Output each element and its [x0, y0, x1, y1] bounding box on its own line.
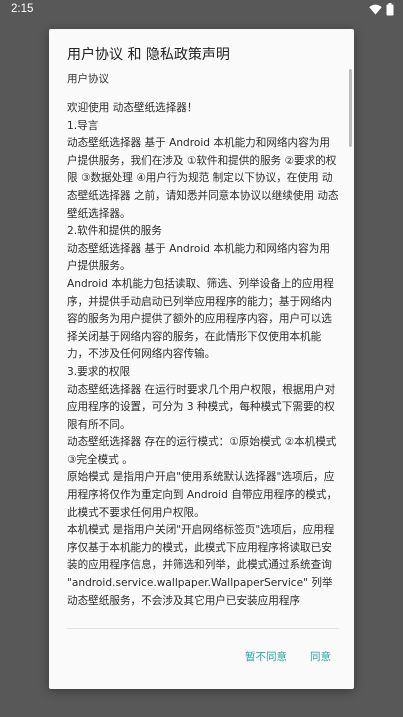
content-line: 3.要求的权限	[67, 365, 131, 378]
dialog-actions: 暂不同意 同意	[49, 629, 354, 689]
agreement-dialog: 用户协议 和 隐私政策声明 用户协议 欢迎使用 动态壁纸选择器！ 1.导言 动态…	[49, 29, 354, 689]
agree-button[interactable]: 同意	[310, 649, 331, 664]
dialog-title: 用户协议 和 隐私政策声明	[67, 47, 230, 63]
content-line: 欢迎使用 动态壁纸选择器！	[67, 102, 198, 114]
battery-icon	[386, 3, 394, 19]
content-line: 1.导言	[67, 119, 99, 132]
decline-button[interactable]: 暂不同意	[245, 649, 287, 664]
agreement-content-scroll[interactable]: 欢迎使用 动态壁纸选择器！ 1.导言 动态壁纸选择器 基于 Android 本机…	[67, 100, 339, 629]
content-line: 动态壁纸选择器 在运行时要求几个用户权限，根据用户对应用程序的设置，可分为 3 …	[67, 383, 336, 431]
status-time: 2:15	[11, 3, 34, 15]
content-line: 动态壁纸选择器 存在的运行模式：①原始模式 ②本机模式 ③完全模式 。	[67, 436, 337, 466]
status-icons	[369, 3, 394, 19]
status-bar: 2:15	[0, 0, 403, 22]
dialog-subtitle: 用户协议	[67, 73, 109, 85]
wifi-icon	[369, 4, 382, 18]
content-line: 动态壁纸选择器 基于 Android 本机能力和网络内容为用户提供服务，我们在涉…	[67, 137, 339, 220]
content-scrollbar[interactable]	[349, 69, 352, 147]
content-line: 2.软件和提供的服务	[67, 225, 162, 238]
content-line: 动态壁纸选择器 基于 Android 本机能力和网络内容为用户提供服务。	[67, 242, 330, 273]
content-line: 本机模式 是指用户关闭"开启网络标签页"选项后，应用程序仅基于本机能力的模式，此…	[67, 524, 335, 607]
content-line: Android 本机能力包括读取、筛选、列举设备上的应用程序，并提供手动启动已列…	[67, 277, 334, 361]
content-line: 原始模式 是指用户开启"使用系统默认选择器"选项后，应用程序将仅作为重定向到 A…	[67, 471, 338, 519]
